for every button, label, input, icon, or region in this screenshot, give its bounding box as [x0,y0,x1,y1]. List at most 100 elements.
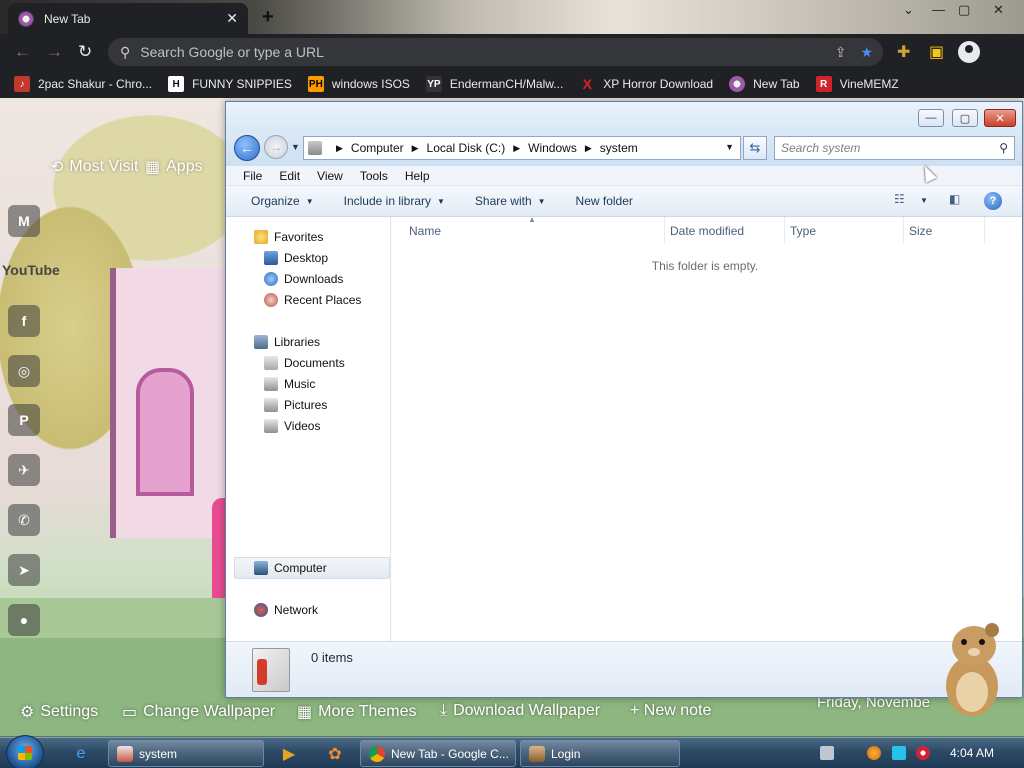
breadcrumb-system[interactable]: system [600,141,638,155]
address-dropdown-icon[interactable]: ▼ [725,142,734,152]
minimize-button[interactable]: — [932,2,945,17]
share-icon[interactable]: ⇪ [835,44,847,61]
nav-computer[interactable]: Computer [254,561,327,575]
share-with-button[interactable]: Share with ▼ [475,194,546,208]
internet-explorer-icon[interactable]: e [68,741,94,767]
menu-view[interactable]: View [317,169,343,183]
gmail-icon[interactable]: M [8,205,40,237]
youtube-icon[interactable]: YouTube [2,262,60,278]
forward-button[interactable]: → [264,135,288,159]
nav-desktop[interactable]: Desktop [264,251,328,265]
chevron-right-icon[interactable]: ▶ [336,143,343,154]
reload-icon[interactable]: ↻ [78,42,92,62]
change-wallpaper-link[interactable]: ▭ Change Wallpaper [122,702,275,722]
restore-button[interactable]: ▢ [958,2,970,18]
column-divider[interactable] [664,217,665,243]
bookmark-item[interactable]: New Tab [729,76,800,92]
instagram-icon[interactable]: ◎ [8,355,40,387]
nav-pictures[interactable]: Pictures [264,398,327,412]
tray-app-icon[interactable] [820,746,834,760]
media-player-icon[interactable]: ▶ [276,741,302,767]
back-button[interactable]: ← [234,135,260,161]
tab-close-icon[interactable]: ✕ [226,10,238,27]
telegram-icon[interactable]: ➤ [8,554,40,586]
refresh-button[interactable]: ⇆ [743,136,767,160]
search-input[interactable]: Search system ⚲ [774,136,1015,160]
bookmark-item[interactable]: R VineMEMZ [815,76,899,92]
column-divider[interactable] [984,217,985,243]
back-arrow-icon[interactable]: ← [14,42,31,62]
forward-arrow-icon[interactable]: → [46,42,63,62]
tray-media-icon[interactable] [916,746,930,760]
nav-network[interactable]: Network [254,603,318,617]
explorer-title-bar[interactable]: — ▢ ✕ [226,102,1022,132]
chevron-right-icon[interactable]: ▶ [513,143,520,154]
settings-link[interactable]: ⚙ Settings [20,702,98,722]
explorer-close-button[interactable]: ✕ [984,109,1016,127]
bookmark-item[interactable]: PH windows ISOS [307,76,410,92]
menu-file[interactable]: File [243,169,262,183]
omnibox[interactable]: ⚲ Search Google or type a URL ⇪ ★ [108,38,883,66]
view-dropdown-icon[interactable]: ▼ [920,196,928,205]
menu-tools[interactable]: Tools [360,169,388,183]
taskbar-task-login[interactable]: Login [520,740,680,767]
bookmark-item[interactable]: H FUNNY SNIPPIES [168,76,292,92]
chevron-right-icon[interactable]: ▶ [585,143,592,154]
bookmark-item[interactable]: ♪ 2pac Shakur - Chro... [14,76,152,92]
address-bar[interactable]: ▶ Computer ▶ Local Disk (C:) ▶ Windows ▶… [303,136,741,160]
twitter-icon[interactable]: ✈ [8,454,40,486]
facebook-icon[interactable]: f [8,305,40,337]
bookmark-item[interactable]: X XP Horror Download [579,76,714,92]
download-wallpaper-link[interactable]: ⤓ Download Wallpaper [440,702,600,720]
menu-help[interactable]: Help [405,169,430,183]
nav-libraries[interactable]: Libraries [254,335,320,349]
column-type[interactable]: Type [790,224,816,238]
file-list[interactable]: ▲ Name Date modified Type Size This fold… [392,215,1022,641]
tab-search-icon[interactable]: ⌄ [903,2,914,18]
new-note-link[interactable]: + New note [630,702,711,720]
help-icon[interactable]: ? [984,192,1002,210]
nav-recent-places[interactable]: Recent Places [264,293,361,307]
explorer-minimize-button[interactable]: — [918,109,944,127]
profile-avatar[interactable] [958,41,980,63]
column-divider[interactable] [903,217,904,243]
start-button[interactable] [6,735,44,768]
chevron-right-icon[interactable]: ▶ [412,143,419,154]
pinterest-icon[interactable]: P [8,404,40,436]
breadcrumb-computer[interactable]: Computer [351,141,404,155]
preview-pane-icon[interactable]: ◧ [949,192,960,206]
explorer-maximize-button[interactable]: ▢ [952,109,978,127]
tray-monitor-icon[interactable] [892,746,906,760]
nav-videos[interactable]: Videos [264,419,320,433]
taskbar-task-explorer[interactable]: system [108,740,264,767]
clock[interactable]: 4:04 AM [950,746,994,760]
include-in-library-button[interactable]: Include in library ▼ [344,194,445,208]
extensions-puzzle-icon[interactable]: ✚ [897,42,910,62]
taskbar-task-chrome[interactable]: New Tab - Google C... [360,740,516,767]
new-folder-button[interactable]: New folder [576,194,633,208]
apps-link[interactable]: ▦ Apps [145,157,203,177]
column-divider[interactable] [784,217,785,243]
column-date-modified[interactable]: Date modified [670,224,744,238]
column-size[interactable]: Size [909,224,932,238]
tab-new-tab[interactable]: New Tab ✕ [8,3,248,34]
nav-music[interactable]: Music [264,377,315,391]
nav-favorites[interactable]: Favorites [254,230,323,244]
side-panel-icon[interactable]: ▣ [929,42,944,62]
close-button[interactable]: ✕ [993,2,1004,18]
nav-documents[interactable]: Documents [264,356,345,370]
nav-downloads[interactable]: Downloads [264,272,343,286]
menu-edit[interactable]: Edit [279,169,300,183]
most-visited-link[interactable]: ⟲ Most Visit [50,157,138,177]
change-view-icon[interactable]: ☷ [894,192,905,206]
breadcrumb-local-disk[interactable]: Local Disk (C:) [427,141,506,155]
tray-search-icon[interactable] [867,746,881,760]
whatsapp-icon[interactable]: ✆ [8,504,40,536]
recent-pages-dropdown-icon[interactable]: ▼ [291,142,300,152]
breadcrumb-windows[interactable]: Windows [528,141,577,155]
column-name[interactable]: Name [409,224,441,238]
bookmark-star-icon[interactable]: ★ [860,44,873,61]
bookmark-item[interactable]: YP EndermanCH/Malw... [425,76,563,92]
more-themes-link[interactable]: ▦ More Themes [297,702,417,722]
reddit-icon[interactable]: ● [8,604,40,636]
